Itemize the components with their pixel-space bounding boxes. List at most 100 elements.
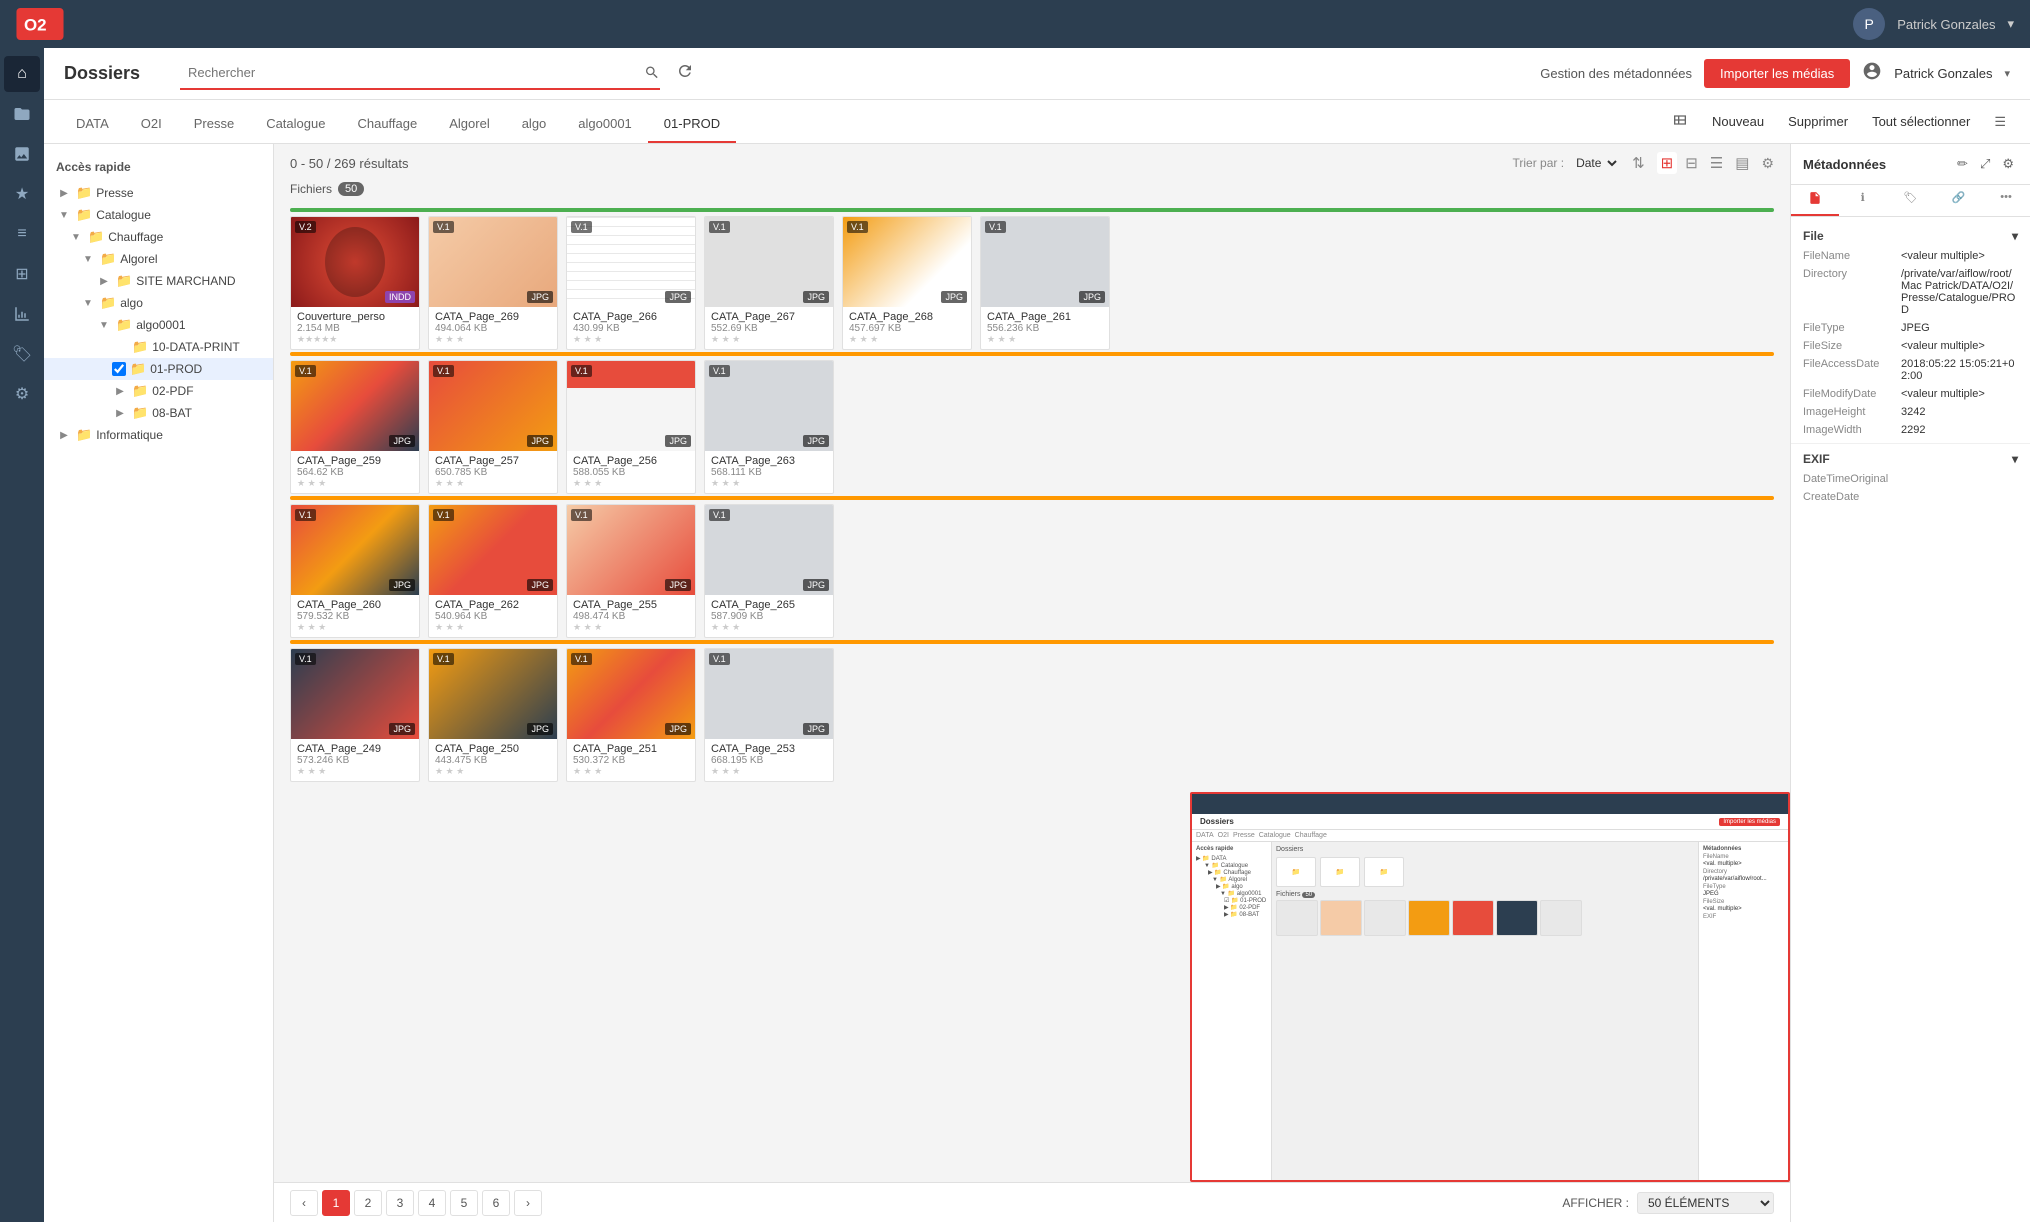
- card-cata-256[interactable]: V.1 JPG CATA_Page_256 588.055 KB ★ ★ ★: [566, 360, 696, 494]
- tree-toggle-algo[interactable]: ▼: [80, 295, 96, 311]
- card-cata-265[interactable]: V.1 JPG CATA_Page_265 587.909 KB ★ ★ ★: [704, 504, 834, 638]
- tab-algo[interactable]: algo: [506, 106, 563, 143]
- meta-tab-dots[interactable]: •••: [1982, 185, 2030, 216]
- tree-toggle-algorel[interactable]: ▼: [80, 251, 96, 267]
- user-dropdown-arrow[interactable]: ▾: [2004, 67, 2010, 80]
- card-cata-267[interactable]: V.1 JPG CATA_Page_267 552.69 KB ★ ★ ★: [704, 216, 834, 350]
- page-prev-button[interactable]: ‹: [290, 1190, 318, 1216]
- sidebar-icon-star[interactable]: ★: [4, 176, 40, 212]
- card-cata-260[interactable]: V.1 JPG CATA_Page_260 579.532 KB ★ ★ ★: [290, 504, 420, 638]
- tree-item-sitemarchand[interactable]: ▶ 📁 SITE MARCHAND: [44, 270, 273, 292]
- tree-item-01prod[interactable]: 📁 01-PROD: [44, 358, 273, 380]
- import-button[interactable]: Importer les médias: [1704, 59, 1850, 88]
- meta-section-exif[interactable]: EXIF ▾: [1791, 448, 2030, 470]
- page-1-button[interactable]: 1: [322, 1190, 350, 1216]
- tree-item-02pdf[interactable]: ▶ 📁 02-PDF: [44, 380, 273, 402]
- card-couverture-perso[interactable]: V.2 INDD Couverture_perso 2.154 MB ★★★★★: [290, 216, 420, 350]
- sidebar-icon-grid[interactable]: ⊞: [4, 256, 40, 292]
- tree-item-algorel[interactable]: ▼ 📁 Algorel: [44, 248, 273, 270]
- card-cata-259[interactable]: V.1 JPG CATA_Page_259 564.62 KB ★ ★ ★: [290, 360, 420, 494]
- tree-toggle-sitemarchand[interactable]: ▶: [96, 273, 112, 289]
- tree-item-catalogue[interactable]: ▼ 📁 Catalogue: [44, 204, 273, 226]
- meta-tab-link[interactable]: 🔗: [1934, 185, 1982, 216]
- checkbox-01prod[interactable]: [112, 362, 126, 376]
- meta-tab-info[interactable]: ℹ: [1839, 185, 1887, 216]
- meta-section-file[interactable]: File ▾: [1791, 225, 2030, 247]
- sidebar-icon-folder[interactable]: [4, 96, 40, 132]
- view-columns-button[interactable]: [1664, 108, 1696, 135]
- app-logo[interactable]: O2: [16, 6, 66, 42]
- page-4-button[interactable]: 4: [418, 1190, 446, 1216]
- view-medium-button[interactable]: ⊟: [1681, 152, 1702, 174]
- nouveau-button[interactable]: Nouveau: [1704, 110, 1772, 133]
- sidebar-icon-chart[interactable]: [4, 296, 40, 332]
- card-cata-269[interactable]: V.1 JPG CATA_Page_269 494.064 KB ★ ★ ★: [428, 216, 558, 350]
- card-cata-268[interactable]: V.1 JPG CATA_Page_268 457.697 KB ★ ★ ★: [842, 216, 972, 350]
- tree-item-informatique[interactable]: ▶ 📁 Informatique: [44, 424, 273, 446]
- tree-toggle-catalogue[interactable]: ▼: [56, 207, 72, 223]
- grid-settings-button[interactable]: ⚙: [1761, 155, 1774, 172]
- sort-select[interactable]: Date Nom Taille: [1572, 155, 1620, 171]
- page-6-button[interactable]: 6: [482, 1190, 510, 1216]
- card-cata-261[interactable]: V.1 JPG CATA_Page_261 556.236 KB ★ ★ ★: [980, 216, 1110, 350]
- per-page-select[interactable]: 50 ÉLÉMENTS 25 ÉLÉMENTS 100 ÉLÉMENTS: [1637, 1192, 1774, 1214]
- card-cata-262[interactable]: V.1 JPG CATA_Page_262 540.964 KB ★ ★ ★: [428, 504, 558, 638]
- view-list-button[interactable]: ☰: [1706, 152, 1727, 174]
- page-3-button[interactable]: 3: [386, 1190, 414, 1216]
- page-5-button[interactable]: 5: [450, 1190, 478, 1216]
- tree-item-algo[interactable]: ▼ 📁 algo: [44, 292, 273, 314]
- meta-collapse-exif[interactable]: ▾: [2012, 452, 2018, 466]
- tab-presse[interactable]: Presse: [178, 106, 250, 143]
- card-cata-263[interactable]: V.1 JPG CATA_Page_263 568.111 KB ★ ★ ★: [704, 360, 834, 494]
- search-input[interactable]: [180, 58, 660, 90]
- refresh-button[interactable]: [676, 62, 694, 85]
- tout-selectionner-button[interactable]: Tout sélectionner: [1864, 110, 1978, 133]
- sidebar-icon-settings[interactable]: ⚙: [4, 376, 40, 412]
- sidebar-icon-home[interactable]: ⌂: [4, 56, 40, 92]
- tab-algo0001[interactable]: algo0001: [562, 106, 648, 143]
- card-cata-266[interactable]: V.1 JPG CATA_Page_266 430.99 KB ★ ★ ★: [566, 216, 696, 350]
- tree-item-08bat[interactable]: ▶ 📁 08-BAT: [44, 402, 273, 424]
- card-cata-255[interactable]: V.1 JPG CATA_Page_255 498.474 KB ★ ★ ★: [566, 504, 696, 638]
- user-icon-button[interactable]: [1862, 61, 1882, 86]
- tab-data[interactable]: DATA: [60, 106, 125, 143]
- tree-item-10dataprint[interactable]: ▶ 📁 10-DATA-PRINT: [44, 336, 273, 358]
- sidebar-icon-image[interactable]: [4, 136, 40, 172]
- meta-collapse-file[interactable]: ▾: [2012, 229, 2018, 243]
- tab-o2i[interactable]: O2I: [125, 106, 178, 143]
- tab-algorel[interactable]: Algorel: [433, 106, 505, 143]
- tab-catalogue[interactable]: Catalogue: [250, 106, 341, 143]
- metadata-link[interactable]: Gestion des métadonnées: [1540, 66, 1692, 81]
- more-options-button[interactable]: ☰: [1986, 110, 2014, 134]
- tree-item-chauffage[interactable]: ▼ 📁 Chauffage: [44, 226, 273, 248]
- meta-expand-button[interactable]: ⤢: [1976, 154, 1994, 174]
- tree-toggle-informatique[interactable]: ▶: [56, 427, 72, 443]
- tab-01prod[interactable]: 01-PROD: [648, 106, 736, 143]
- sidebar-icon-tag[interactable]: 🏷: [4, 336, 40, 372]
- tree-item-presse[interactable]: ▶ 📁 Presse: [44, 182, 273, 204]
- navbar-dropdown-arrow[interactable]: ▾: [2007, 16, 2014, 32]
- meta-tab-file[interactable]: [1791, 185, 1839, 216]
- view-detail-button[interactable]: ▤: [1731, 152, 1753, 174]
- tree-item-algo0001[interactable]: ▼ 📁 algo0001: [44, 314, 273, 336]
- card-cata-249[interactable]: V.1 JPG CATA_Page_249 573.246 KB ★ ★ ★: [290, 648, 420, 782]
- page-2-button[interactable]: 2: [354, 1190, 382, 1216]
- tree-toggle-08bat[interactable]: ▶: [112, 405, 128, 421]
- sidebar-icon-list[interactable]: ≡: [4, 216, 40, 252]
- tree-toggle-chauffage[interactable]: ▼: [68, 229, 84, 245]
- card-cata-257[interactable]: V.1 JPG CATA_Page_257 650.785 KB ★ ★ ★: [428, 360, 558, 494]
- page-next-button[interactable]: ›: [514, 1190, 542, 1216]
- meta-tab-tag[interactable]: 🏷: [1887, 185, 1935, 216]
- view-grid-button[interactable]: ⊞: [1657, 152, 1678, 174]
- card-cata-253[interactable]: V.1 JPG CATA_Page_253 668.195 KB ★ ★ ★: [704, 648, 834, 782]
- card-cata-250[interactable]: V.1 JPG CATA_Page_250 443.475 KB ★ ★ ★: [428, 648, 558, 782]
- supprimer-button[interactable]: Supprimer: [1780, 110, 1856, 133]
- sort-order-button[interactable]: ⇅: [1628, 152, 1649, 174]
- search-button[interactable]: [644, 64, 660, 83]
- tab-chauffage[interactable]: Chauffage: [341, 106, 433, 143]
- meta-settings-button[interactable]: ⚙: [1998, 154, 2018, 174]
- tree-toggle-algo0001[interactable]: ▼: [96, 317, 112, 333]
- meta-edit-button[interactable]: ✏: [1953, 154, 1972, 174]
- tree-toggle-presse[interactable]: ▶: [56, 185, 72, 201]
- card-cata-251[interactable]: V.1 JPG CATA_Page_251 530.372 KB ★ ★ ★: [566, 648, 696, 782]
